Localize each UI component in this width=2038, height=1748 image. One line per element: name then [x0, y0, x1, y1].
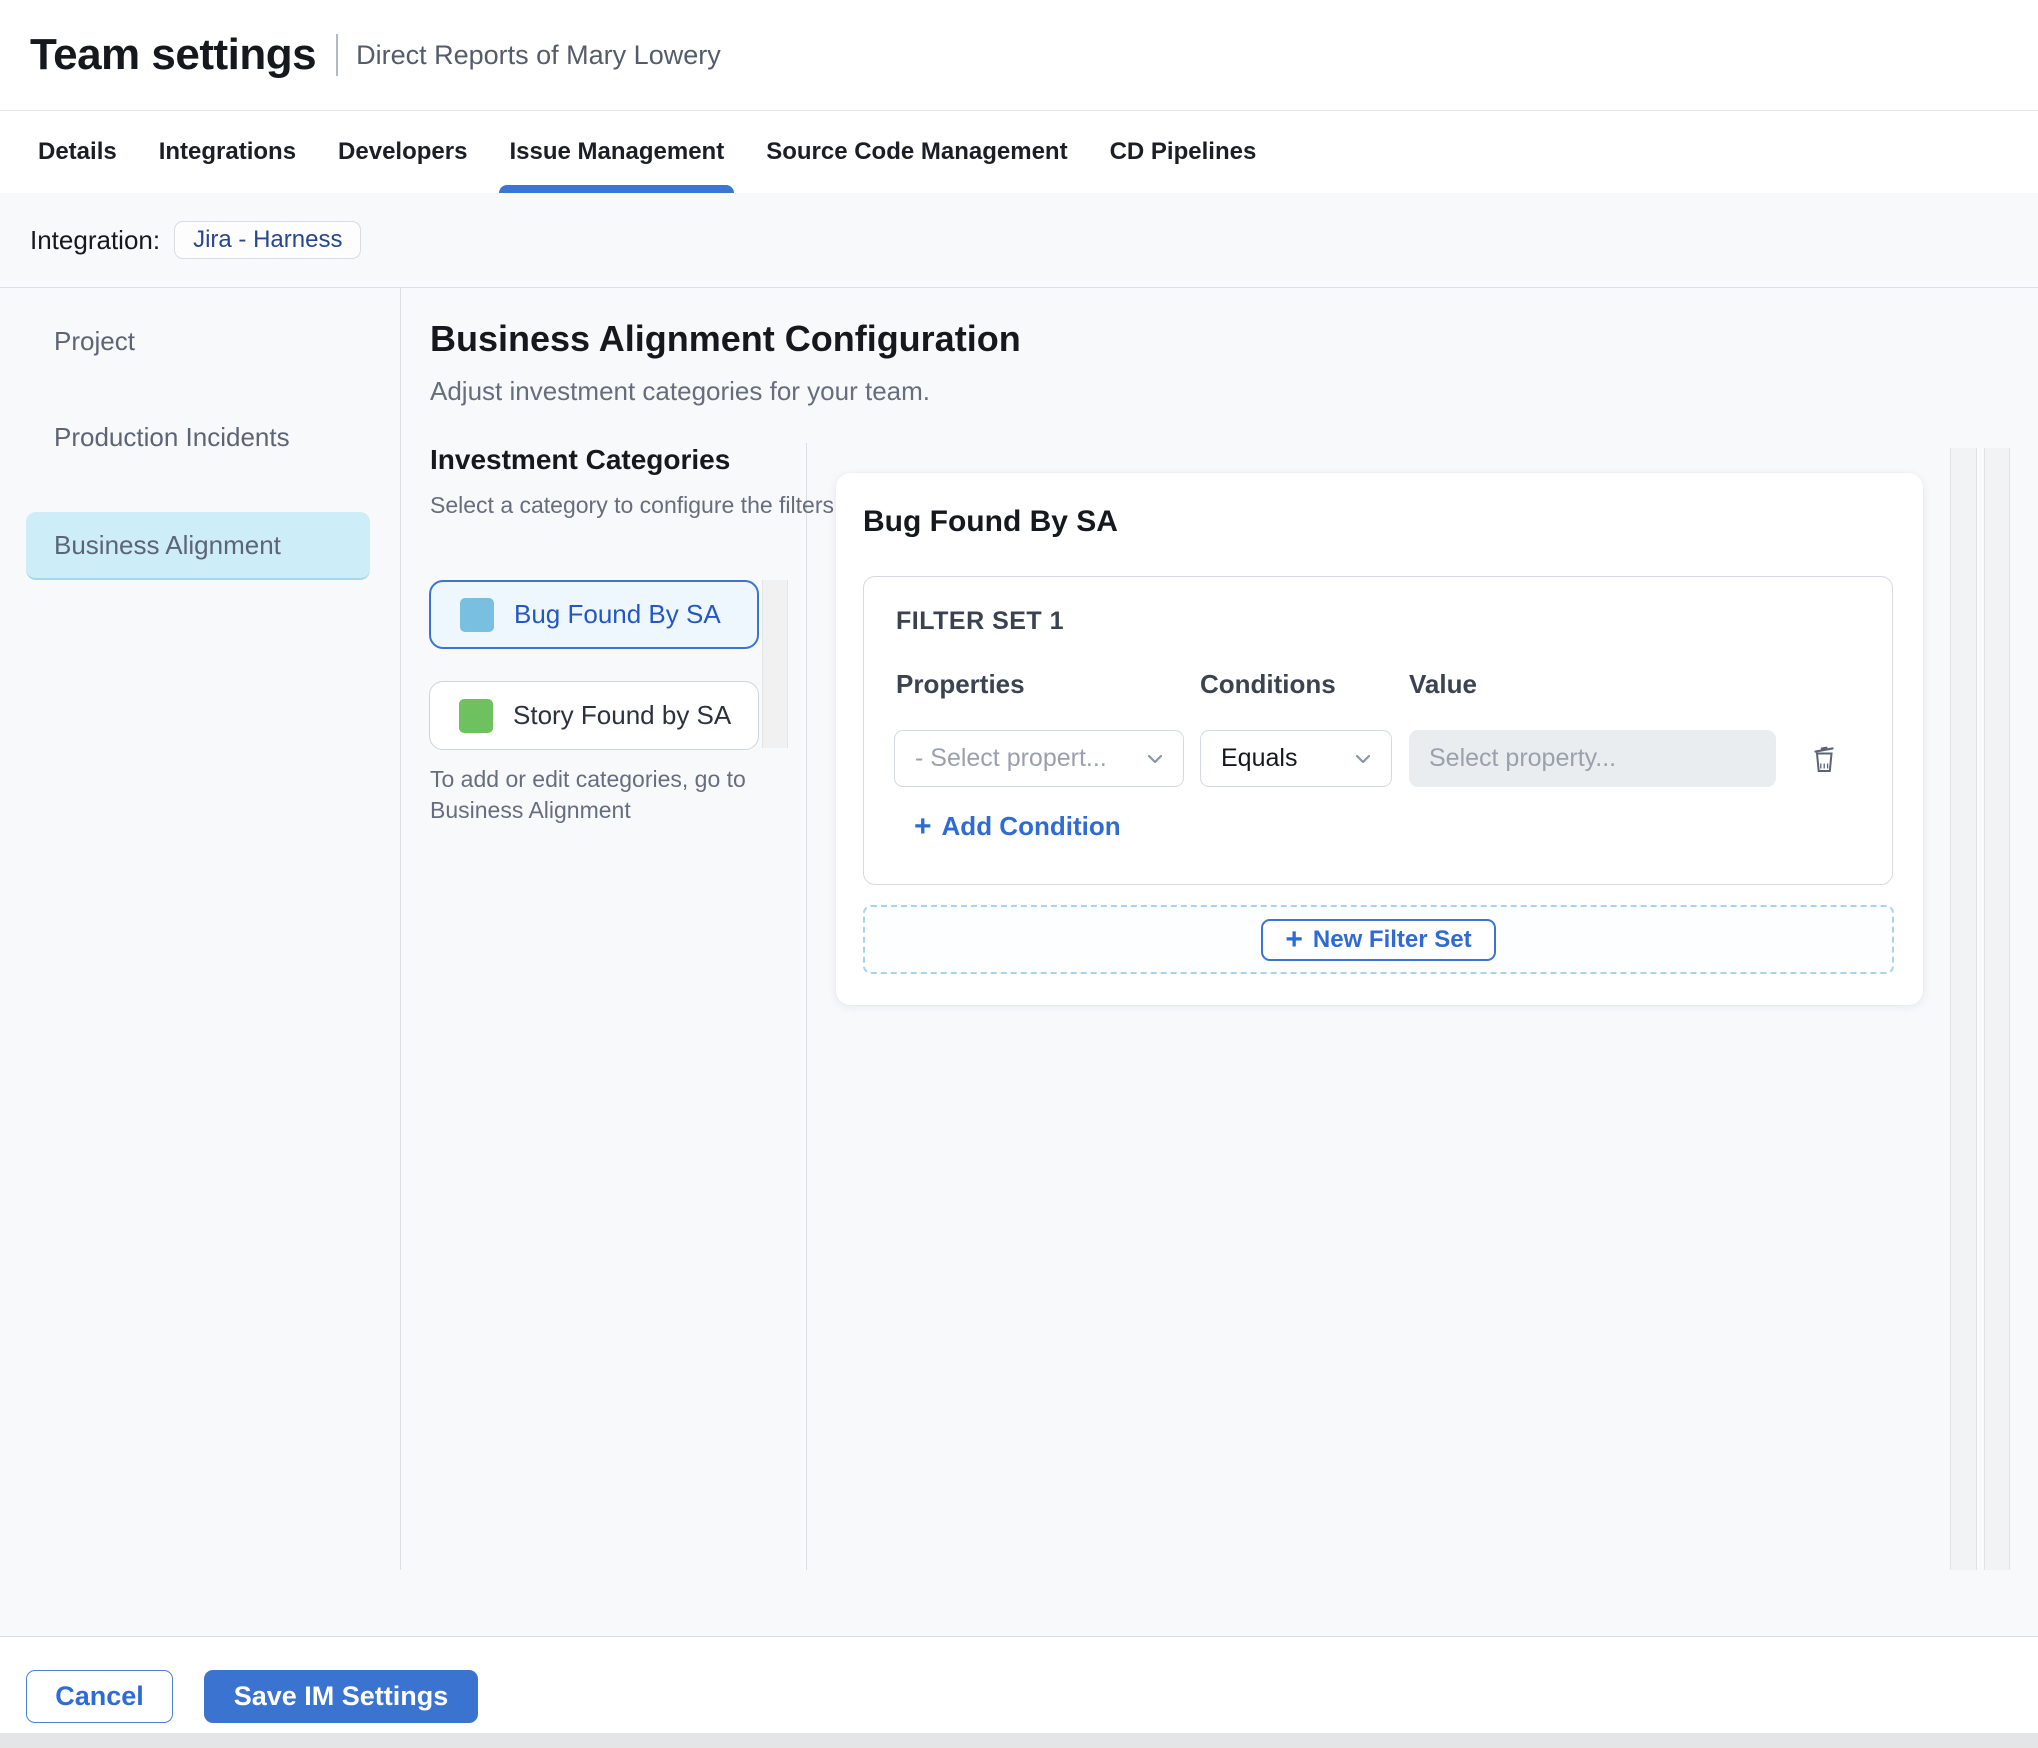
- properties-select-placeholder: - Select propert...: [915, 744, 1107, 772]
- new-filter-set-label: New Filter Set: [1312, 925, 1472, 953]
- page-title: Team settings: [30, 30, 317, 79]
- investment-categories-hint: Select a category to configure the filte…: [430, 492, 834, 518]
- plus-icon: +: [914, 809, 932, 843]
- category-color-swatch: [459, 698, 493, 733]
- delete-condition-button[interactable]: [1804, 739, 1844, 779]
- chevron-down-icon: [1143, 747, 1167, 771]
- categories-divider: [806, 443, 807, 1570]
- properties-select[interactable]: - Select propert...: [894, 730, 1184, 787]
- filter-set-label: FILTER SET 1: [896, 607, 1065, 635]
- footer-bar: Cancel Save IM Settings: [0, 1637, 2038, 1733]
- sidebar-item-project[interactable]: Project: [54, 326, 135, 357]
- integration-row: Integration: Jira - Harness: [0, 193, 2038, 288]
- tab-details[interactable]: Details: [28, 111, 127, 193]
- plus-icon: +: [1285, 922, 1303, 956]
- category-story-found-by-sa[interactable]: Story Found by SA: [429, 681, 759, 750]
- conditions-select-value: Equals: [1221, 744, 1298, 772]
- column-header-properties: Properties: [896, 669, 1025, 699]
- sidebar-item-label: Business Alignment: [54, 529, 281, 560]
- conditions-select[interactable]: Equals: [1200, 730, 1392, 787]
- category-bug-found-by-sa[interactable]: Bug Found By SA: [429, 580, 759, 649]
- new-filter-set-button[interactable]: + New Filter Set: [1261, 918, 1496, 961]
- new-filter-set-dropzone: + New Filter Set: [863, 905, 1894, 974]
- sidebar-divider: [400, 288, 401, 1570]
- save-im-settings-button[interactable]: Save IM Settings: [204, 1670, 478, 1723]
- tab-cd-pipelines[interactable]: CD Pipelines: [1100, 111, 1267, 193]
- scrollbar-track[interactable]: [1984, 448, 2010, 1570]
- section-title: Business Alignment Configuration: [430, 318, 1021, 359]
- sidebar-item-production-incidents[interactable]: Production Incidents: [54, 422, 290, 453]
- tab-source-code-management[interactable]: Source Code Management: [756, 111, 1077, 193]
- category-color-swatch: [460, 597, 494, 632]
- investment-categories-heading: Investment Categories: [430, 444, 731, 475]
- add-condition-button[interactable]: + Add Condition: [914, 811, 1121, 842]
- title-divider: [336, 34, 339, 76]
- category-label: Bug Found By SA: [514, 599, 721, 629]
- integration-label: Integration:: [30, 224, 161, 255]
- filter-config-card: Bug Found By SA FILTER SET 1 Properties …: [836, 473, 1923, 1005]
- tab-bar: Details Integrations Developers Issue Ma…: [0, 110, 2038, 193]
- scrollbar-track[interactable]: [1950, 448, 1977, 1570]
- categories-scrollbar-track[interactable]: [762, 580, 788, 748]
- value-input[interactable]: [1409, 730, 1776, 787]
- categories-note: To add or edit categories, go to Busines…: [430, 766, 746, 823]
- column-header-value: Value: [1409, 669, 1477, 699]
- cancel-button[interactable]: Cancel: [26, 1670, 173, 1723]
- add-condition-label: Add Condition: [941, 811, 1121, 841]
- section-subtitle: Adjust investment categories for your te…: [430, 376, 931, 406]
- chevron-down-icon: [1351, 747, 1375, 771]
- tab-developers[interactable]: Developers: [328, 111, 477, 193]
- category-label: Story Found by SA: [513, 700, 732, 730]
- card-title: Bug Found By SA: [863, 505, 1118, 538]
- column-header-conditions: Conditions: [1200, 669, 1336, 699]
- team-settings-page: Team settings Direct Reports of Mary Low…: [0, 0, 2038, 1748]
- page-header: Team settings Direct Reports of Mary Low…: [0, 0, 2038, 110]
- trash-icon: [1808, 742, 1840, 776]
- bottom-edge-strip: [0, 1733, 2038, 1748]
- filter-set-box: FILTER SET 1 Properties Conditions Value…: [863, 576, 1893, 885]
- tab-integrations[interactable]: Integrations: [149, 111, 306, 193]
- content-area: Project Production Incidents Business Al…: [0, 288, 2038, 1637]
- sidebar-item-business-alignment[interactable]: Business Alignment: [26, 512, 370, 580]
- tab-issue-management[interactable]: Issue Management: [499, 111, 734, 193]
- page-subtitle: Direct Reports of Mary Lowery: [356, 39, 721, 70]
- integration-chip[interactable]: Jira - Harness: [174, 221, 362, 259]
